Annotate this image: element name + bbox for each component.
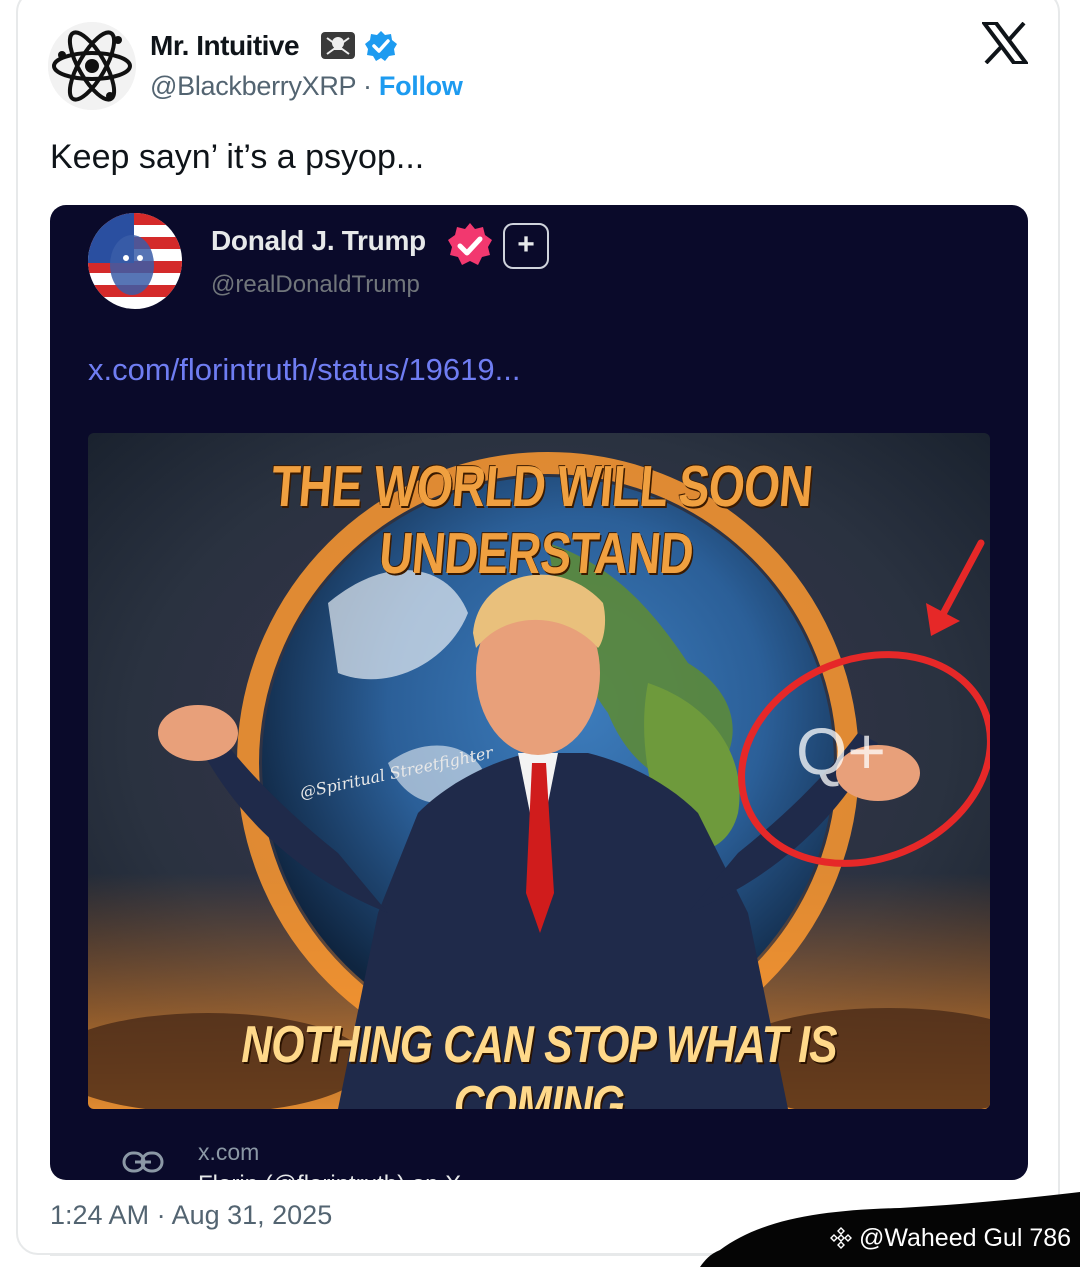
link-preview-card[interactable]: x.com Florin (@florintruth) on X — [88, 1109, 990, 1180]
embedded-author-handle[interactable]: @realDonaldTrump — [211, 271, 420, 299]
embedded-post-link[interactable]: x.com/florintruth/status/19619... — [88, 352, 521, 388]
binance-diamond-icon — [830, 1227, 852, 1249]
meme-top-caption: THE WORLD WILL SOON UNDERSTAND — [268, 454, 815, 586]
verified-badge-icon — [365, 31, 397, 61]
tweet-text: Keep sayn’ it’s a psyop... — [50, 138, 425, 176]
follow-button[interactable]: Follow — [379, 71, 463, 101]
overlay-watermark-text: @Waheed Gul 786 — [858, 1224, 1072, 1252]
embedded-post-image[interactable]: THE WORLD WILL SOON UNDERSTAND @Spiritua… — [88, 433, 990, 1109]
author-display-name[interactable]: Mr. Intuitive — [150, 30, 300, 62]
tweet-timestamp[interactable]: 1:24 AM · Aug 31, 2025 — [50, 1200, 332, 1231]
embedded-author-name[interactable]: Donald J. Trump — [211, 225, 426, 257]
subscribe-plus-button[interactable]: + — [503, 223, 549, 269]
link-card-title[interactable]: Florin (@florintruth) on X — [198, 1171, 461, 1180]
overlay-watermark: @Waheed Gul 786 — [830, 1224, 1071, 1253]
link-icon — [122, 1151, 164, 1173]
pirate-flag-icon — [321, 32, 355, 59]
embedded-post[interactable]: Donald J. Trump + @realDonaldTrump x.com… — [50, 205, 1028, 1180]
divider — [50, 1254, 750, 1256]
author-avatar[interactable] — [48, 22, 136, 110]
meme-bottom-caption: NOTHING CAN STOP WHAT IS COMING — [241, 1016, 837, 1109]
x-logo-icon[interactable] — [982, 22, 1028, 64]
link-card-domain: x.com — [198, 1139, 260, 1165]
embedded-author-avatar[interactable] — [88, 213, 182, 309]
atom-icon — [48, 22, 136, 110]
verified-badge-icon — [448, 223, 492, 265]
handle-separator: · — [355, 71, 379, 101]
author-handle-row: @BlackberryXRP · Follow — [150, 71, 463, 102]
author-handle[interactable]: @BlackberryXRP — [150, 71, 356, 101]
q-plus-symbol: Q+ — [796, 714, 886, 788]
